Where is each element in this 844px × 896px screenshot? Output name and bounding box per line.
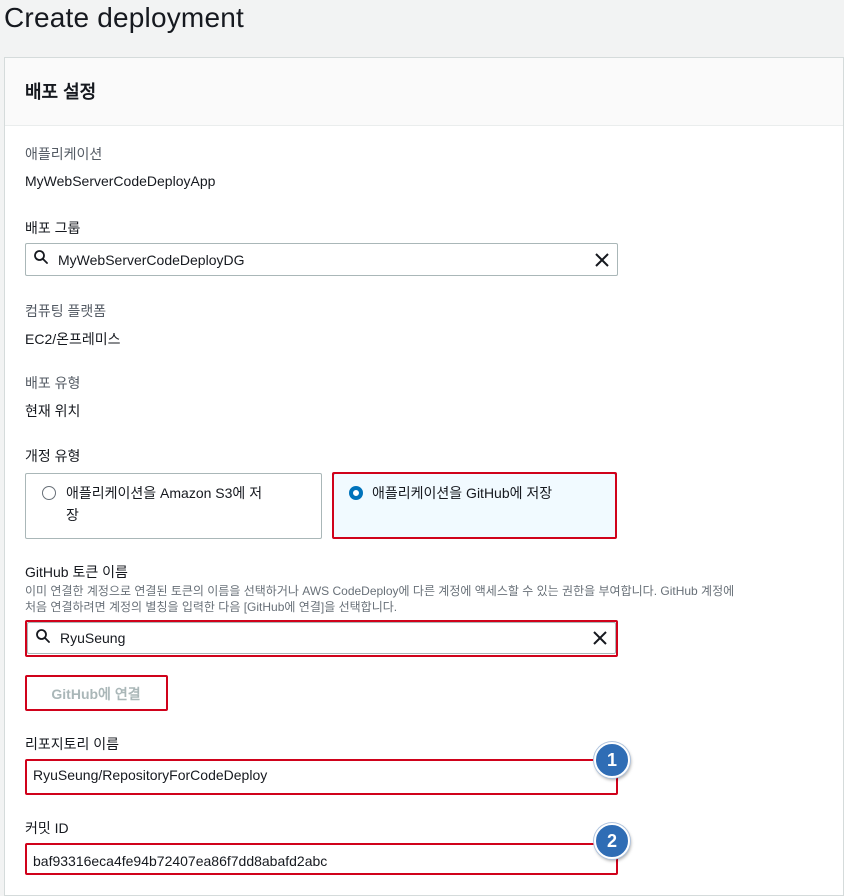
panel-header: 배포 설정 [5, 58, 843, 126]
revision-option-s3-label: 애플리케이션을 Amazon S3에 저 장 [66, 485, 263, 523]
github-token-description: 이미 연결한 계정으로 연결된 토큰의 이름을 선택하거나 AWS CodeDe… [25, 584, 735, 614]
page-title: Create deployment [4, 2, 244, 33]
deployment-group-label: 배포 그룹 [25, 220, 81, 236]
github-token-label: GitHub 토큰 이름 [25, 564, 128, 580]
compute-platform-label: 컴퓨팅 플랫폼 [25, 303, 107, 319]
repository-label: 리포지토리 이름 [25, 736, 120, 752]
highlight-github-token [25, 620, 618, 657]
deployment-type-value: 현재 위치 [25, 403, 81, 419]
deployment-group-select[interactable]: MyWebServerCodeDeployDG [25, 243, 618, 276]
radio-s3[interactable] [42, 486, 56, 500]
step-badge-2: 2 [594, 823, 630, 859]
clear-icon[interactable] [587, 252, 617, 267]
revision-type-label: 개정 유형 [25, 448, 81, 464]
highlight-github-option [332, 472, 617, 539]
application-label: 애플리케이션 [25, 146, 103, 162]
commit-id-label: 커밋 ID [25, 820, 69, 836]
deployment-type-label: 배포 유형 [25, 375, 81, 391]
highlight-repository [25, 759, 618, 795]
step-badge-1: 1 [594, 742, 630, 778]
compute-platform-value: EC2/온프레미스 [25, 331, 121, 347]
deployment-group-value: MyWebServerCodeDeployDG [58, 251, 245, 268]
highlight-commit-id [25, 843, 618, 875]
highlight-connect-button [25, 675, 168, 711]
application-value: MyWebServerCodeDeployApp [25, 173, 216, 189]
panel-title: 배포 설정 [25, 82, 97, 102]
search-icon [34, 250, 48, 269]
